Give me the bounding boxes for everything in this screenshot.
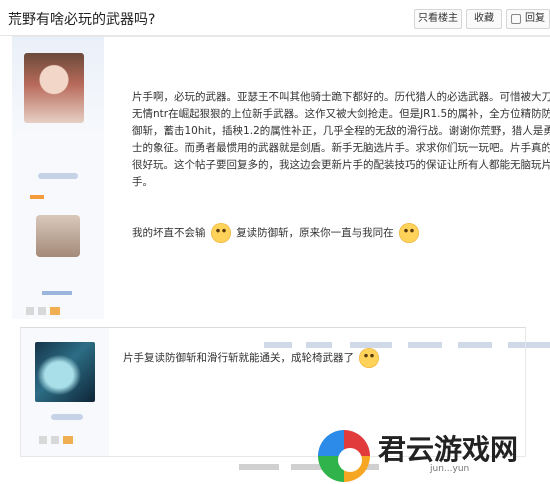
post-content: 片手啊，必玩的武器。亚瑟王不叫其他骑士跪下都好的。历代猎人的必选武器。可惜被大刀… — [132, 91, 550, 188]
avatar[interactable] — [35, 342, 95, 402]
author-sidebar — [12, 37, 104, 319]
site-logo-icon — [318, 430, 370, 482]
smile-emoji-icon — [210, 223, 231, 243]
only-op-button[interactable]: 只看楼主 — [414, 9, 462, 29]
post-text-segment: 我的坏直不会输 — [132, 227, 206, 239]
site-watermark: 君云游戏网 jun...yun — [312, 426, 550, 484]
reply-button[interactable]: 回复 — [506, 9, 550, 29]
post-text-segment: 复读防御斩，原来你一直与我同在 — [236, 227, 394, 239]
author-sidebar — [21, 328, 109, 456]
grin-emoji-icon — [399, 223, 420, 243]
smile-emoji-icon — [359, 348, 380, 368]
watermark-subtitle: jun...yun — [430, 464, 470, 474]
thread-title: 荒野有啥必玩的武器吗? — [8, 12, 156, 28]
thread-header: 荒野有啥必玩的武器吗? 只看楼主 收藏 回复 — [0, 0, 550, 36]
watermark-title: 君云游戏网 — [378, 433, 519, 466]
author-name[interactable] — [38, 173, 78, 179]
avatar[interactable] — [24, 53, 84, 123]
honor-icons — [39, 436, 95, 444]
member-badge-image — [36, 215, 80, 257]
reply-icon — [511, 14, 521, 24]
honor-icons — [26, 307, 86, 315]
post-text-segment: 片手复读防御斩和滑行斩就能通关，成轮椅武器了 — [123, 352, 354, 364]
post-content: 片手复读防御斩和滑行斩就能通关，成轮椅武器了 — [123, 348, 381, 368]
post-floor-1: 片手啊，必玩的武器。亚瑟王不叫其他骑士跪下都好的。历代猎人的必选武器。可惜被大刀… — [12, 36, 550, 348]
level-badge — [30, 195, 44, 199]
favorite-button[interactable]: 收藏 — [466, 9, 502, 29]
logo-core — [338, 448, 362, 472]
badge-caption — [42, 291, 72, 295]
author-name[interactable] — [51, 414, 83, 420]
reply-button-label: 回复 — [525, 13, 545, 24]
post-content-line2: 我的坏直不会输 复读防御斩，原来你一直与我同在 — [132, 223, 550, 243]
